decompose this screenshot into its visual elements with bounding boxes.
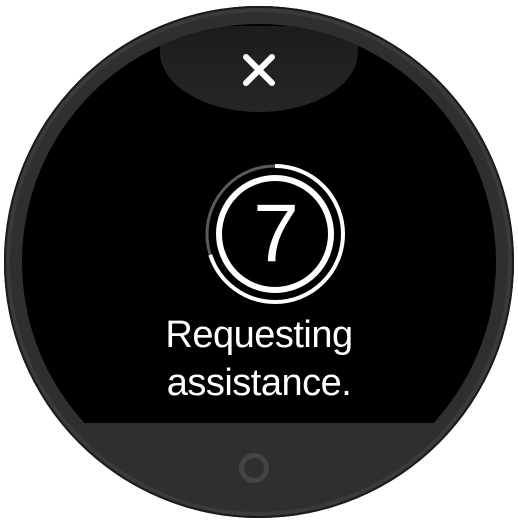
countdown-value: 7 xyxy=(253,188,299,279)
watch-bezel: 7 Requesting assistance. xyxy=(4,6,514,518)
cancel-button[interactable] xyxy=(160,26,358,112)
close-icon xyxy=(243,54,275,86)
smartwatch-screen: 7 Requesting assistance. xyxy=(0,0,518,525)
status-message-line-1: Requesting xyxy=(165,314,353,356)
status-message: Requesting assistance. xyxy=(22,311,496,407)
countdown-timer: 7 xyxy=(203,162,347,306)
home-button[interactable] xyxy=(239,453,269,483)
status-message-line-2: assistance. xyxy=(166,362,352,404)
watch-display: 7 Requesting assistance. xyxy=(22,24,496,500)
